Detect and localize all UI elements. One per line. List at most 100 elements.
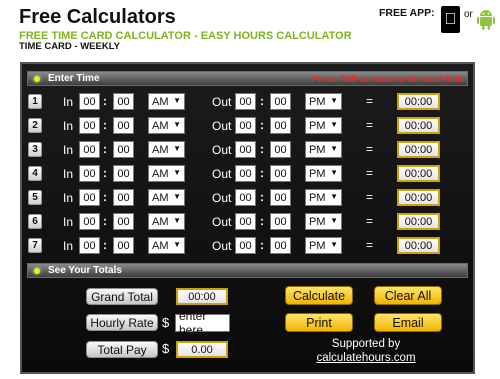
in-minute-input[interactable]: 00 [113, 165, 134, 182]
out-ampm-select[interactable]: PM ▼ [305, 189, 342, 206]
in-ampm-select[interactable]: AM ▼ [148, 213, 185, 230]
in-label: In [63, 191, 74, 205]
colon: : [103, 190, 107, 204]
out-label: Out [212, 143, 232, 157]
row-number: 4 [28, 166, 42, 181]
row-total: 00:00 [397, 237, 440, 254]
dropdown-arrow-icon: ▼ [173, 144, 181, 153]
row-total: 00:00 [397, 141, 440, 158]
equals-sign: = [366, 166, 374, 180]
out-minute-input[interactable]: 00 [270, 165, 291, 182]
in-ampm-select[interactable]: AM ▼ [148, 189, 185, 206]
in-minute-input[interactable]: 00 [113, 237, 134, 254]
dropdown-arrow-icon: ▼ [330, 144, 338, 153]
out-hour-input[interactable]: 00 [235, 189, 256, 206]
out-hour-input[interactable]: 00 [235, 93, 256, 110]
in-ampm-value: AM [152, 143, 169, 156]
out-minute-input[interactable]: 00 [270, 117, 291, 134]
in-minute-input[interactable]: 00 [113, 117, 134, 134]
in-hour-input[interactable]: 00 [79, 213, 100, 230]
out-label: Out [212, 215, 232, 229]
in-hour-input[interactable]: 00 [79, 93, 100, 110]
colon: : [103, 118, 107, 132]
in-hour-input[interactable]: 00 [79, 141, 100, 158]
tab-hint: Press TAB to move to the next field [312, 73, 463, 84]
dropdown-arrow-icon: ▼ [330, 168, 338, 177]
out-minute-input[interactable]: 00 [270, 189, 291, 206]
out-hour-input[interactable]: 00 [235, 237, 256, 254]
time-row: 7 In 00:00 AM ▼ Out 00:00 PM ▼ = 00:00 [22, 237, 473, 255]
dropdown-arrow-icon: ▼ [173, 240, 181, 249]
time-row: 3 In 00:00 AM ▼ Out 00:00 PM ▼ = 00:00 [22, 141, 473, 159]
out-minute-input[interactable]: 00 [270, 141, 291, 158]
grand-total-value: 00:00 [176, 288, 228, 305]
in-label: In [63, 167, 74, 181]
print-button[interactable]: Print [285, 313, 353, 332]
out-ampm-value: PM [309, 167, 326, 180]
out-ampm-select[interactable]: PM ▼ [305, 117, 342, 134]
out-ampm-value: PM [309, 191, 326, 204]
equals-sign: = [366, 190, 374, 204]
in-minute-input[interactable]: 00 [113, 93, 134, 110]
calculate-button[interactable]: Calculate [285, 286, 353, 305]
total-pay-value: 0.00 [176, 341, 228, 358]
out-ampm-select[interactable]: PM ▼ [305, 93, 342, 110]
calculatehours-link[interactable]: calculatehours.com [292, 351, 440, 365]
apple-icon[interactable]:  [441, 6, 460, 33]
in-minute-input[interactable]: 00 [113, 141, 134, 158]
colon: : [103, 214, 107, 228]
in-hour-input[interactable]: 00 [79, 165, 100, 182]
in-ampm-select[interactable]: AM ▼ [148, 165, 185, 182]
out-minute-input[interactable]: 00 [270, 237, 291, 254]
dropdown-arrow-icon: ▼ [173, 168, 181, 177]
out-hour-input[interactable]: 00 [235, 117, 256, 134]
dropdown-arrow-icon: ▼ [173, 96, 181, 105]
in-minute-input[interactable]: 00 [113, 213, 134, 230]
in-ampm-select[interactable]: AM ▼ [148, 93, 185, 110]
out-label: Out [212, 119, 232, 133]
enter-time-bar: Enter Time Press TAB to move to the next… [27, 71, 468, 86]
total-pay-label: Total Pay [86, 341, 158, 358]
android-icon[interactable] [477, 8, 495, 30]
out-ampm-select[interactable]: PM ▼ [305, 141, 342, 158]
out-minute-input[interactable]: 00 [270, 213, 291, 230]
in-ampm-value: AM [152, 215, 169, 228]
out-ampm-select[interactable]: PM ▼ [305, 213, 342, 230]
out-hour-input[interactable]: 00 [235, 141, 256, 158]
colon: : [260, 238, 264, 252]
out-ampm-value: PM [309, 239, 326, 252]
dropdown-arrow-icon: ▼ [173, 216, 181, 225]
time-row: 1 In 00:00 AM ▼ Out 00:00 PM ▼ = 00:00 [22, 93, 473, 111]
in-ampm-value: AM [152, 95, 169, 108]
clear-all-button[interactable]: Clear All [374, 286, 442, 305]
free-app-label: FREE APP: [379, 7, 435, 19]
out-ampm-value: PM [309, 95, 326, 108]
in-minute-input[interactable]: 00 [113, 189, 134, 206]
in-ampm-select[interactable]: AM ▼ [148, 117, 185, 134]
colon: : [260, 214, 264, 228]
equals-sign: = [366, 238, 374, 252]
in-label: In [63, 95, 74, 109]
hourly-rate-input[interactable]: enter here [175, 309, 230, 337]
colon: : [260, 166, 264, 180]
in-ampm-select[interactable]: AM ▼ [148, 141, 185, 158]
in-label: In [63, 239, 74, 253]
out-hour-input[interactable]: 00 [235, 213, 256, 230]
out-minute-input[interactable]: 00 [270, 93, 291, 110]
in-hour-input[interactable]: 00 [79, 117, 100, 134]
email-button[interactable]: Email [374, 313, 442, 332]
out-ampm-select[interactable]: PM ▼ [305, 237, 342, 254]
dropdown-arrow-icon: ▼ [330, 216, 338, 225]
row-total: 00:00 [397, 189, 440, 206]
in-hour-input[interactable]: 00 [79, 189, 100, 206]
out-hour-input[interactable]: 00 [235, 165, 256, 182]
out-ampm-select[interactable]: PM ▼ [305, 165, 342, 182]
equals-sign: = [366, 214, 374, 228]
in-ampm-select[interactable]: AM ▼ [148, 237, 185, 254]
time-row: 4 In 00:00 AM ▼ Out 00:00 PM ▼ = 00:00 [22, 165, 473, 183]
in-ampm-value: AM [152, 191, 169, 204]
in-hour-input[interactable]: 00 [79, 237, 100, 254]
equals-sign: = [366, 94, 374, 108]
dropdown-arrow-icon: ▼ [173, 192, 181, 201]
row-number: 2 [28, 118, 42, 133]
